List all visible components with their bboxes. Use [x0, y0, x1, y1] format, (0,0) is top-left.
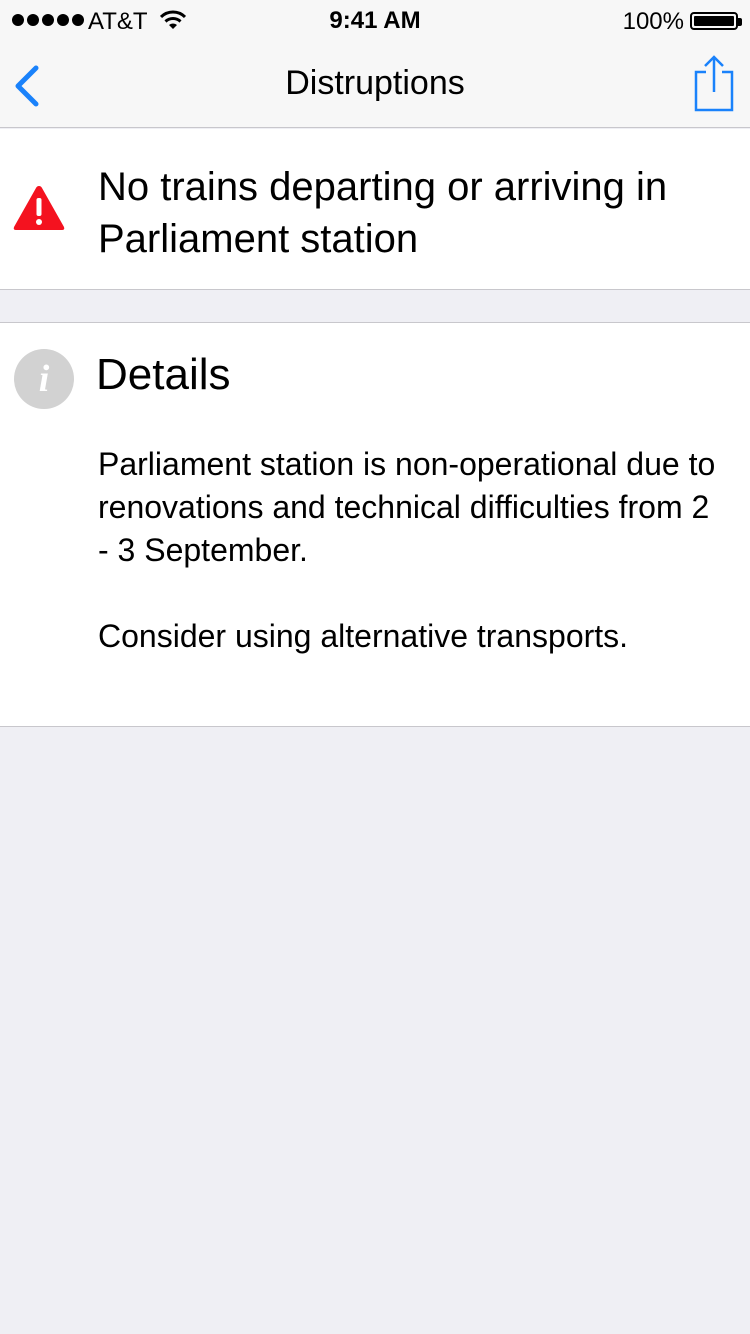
page-title: Distruptions	[285, 64, 465, 102]
battery-icon	[690, 12, 742, 30]
details-body: Parliament station is non-operational du…	[98, 443, 728, 658]
battery-percentage: 100%	[622, 8, 684, 35]
details-heading: Details	[96, 350, 231, 399]
details-paragraph: Consider using alternative transports.	[98, 618, 629, 654]
status-bar: AT&T 9:41 AM 100%	[0, 0, 750, 40]
disruption-alert: No trains departing or arriving in Parli…	[0, 129, 750, 290]
share-icon	[694, 55, 734, 112]
info-icon: i	[14, 349, 74, 409]
details-card: i Details Parliament station is non-oper…	[0, 322, 750, 727]
share-button[interactable]	[692, 54, 736, 114]
warning-triangle-icon	[13, 186, 65, 230]
details-paragraph: Parliament station is non-operational du…	[98, 446, 716, 568]
navigation-bar: Distruptions	[0, 40, 750, 128]
alert-message: No trains departing or arriving in Parli…	[98, 165, 668, 261]
